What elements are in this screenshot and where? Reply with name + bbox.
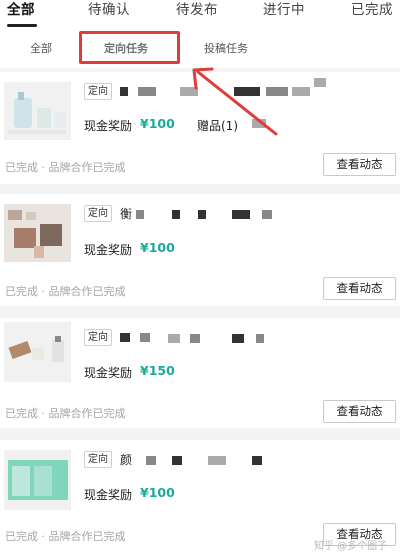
product-thumbnail — [4, 204, 71, 262]
highlight-annotation-box — [79, 31, 180, 64]
reward-label: 现金奖励 — [84, 119, 133, 133]
redacted-title — [120, 87, 128, 96]
redacted-block — [314, 78, 326, 87]
task-type-tag: 定向 — [84, 451, 112, 468]
status-tab-bar: 全部 待确认 待发布 进行中 已完成 — [0, 0, 400, 28]
redacted-block — [256, 334, 264, 343]
reward-amount: ¥100 — [140, 116, 175, 131]
redacted-block — [198, 210, 206, 219]
redacted-block — [262, 210, 272, 219]
product-thumbnail — [4, 82, 71, 140]
status-text: 已完成 · 品牌合作已完成 — [5, 407, 126, 420]
active-tab-indicator — [7, 24, 37, 27]
product-thumbnail — [4, 450, 71, 510]
redacted-block — [292, 87, 310, 96]
task-type-tag: 定向 — [84, 329, 112, 346]
reward-amount: ¥100 — [140, 240, 175, 255]
tab-pending-confirm[interactable]: 待确认 — [88, 0, 130, 22]
redacted-block — [172, 456, 182, 465]
reward-label: 现金奖励 — [84, 366, 133, 380]
redacted-block — [120, 333, 130, 342]
view-updates-button[interactable]: 查看动态 — [323, 277, 396, 300]
reward-amount: ¥150 — [140, 363, 175, 378]
annotation-arrow — [192, 67, 278, 136]
reward-label: 现金奖励 — [84, 488, 133, 502]
status-text: 已完成 · 品牌合作已完成 — [5, 285, 126, 298]
page: 全部 待确认 待发布 进行中 已完成 全部 定向任务 投稿任务 定向 现金奖励 … — [0, 0, 400, 557]
product-thumbnail — [4, 322, 71, 382]
redacted-block — [232, 210, 250, 219]
subtab-submission-task[interactable]: 投稿任务 — [204, 40, 248, 56]
task-type-tag: 定向 — [84, 205, 112, 222]
task-title-initial: 衡 — [120, 207, 133, 221]
tab-completed[interactable]: 已完成 — [351, 0, 393, 22]
redacted-block — [190, 334, 200, 343]
redacted-block — [138, 87, 156, 96]
task-type-tag: 定向 — [84, 83, 112, 100]
redacted-block — [168, 334, 180, 343]
redacted-block — [232, 334, 244, 343]
tab-pending-publish[interactable]: 待发布 — [176, 0, 218, 22]
redacted-block — [146, 456, 156, 465]
reward-amount: ¥100 — [140, 485, 175, 500]
task-card[interactable]: 定向 衡 现金奖励 ¥100 已完成 · 品牌合作已完成 查看动态 — [0, 194, 400, 306]
subtab-all[interactable]: 全部 — [30, 40, 52, 56]
reward-label: 现金奖励 — [84, 243, 133, 257]
redacted-block — [140, 333, 150, 342]
redacted-block — [136, 210, 144, 219]
task-title-initial: 颜 — [120, 453, 133, 467]
redacted-block — [252, 456, 262, 465]
redacted-block — [208, 456, 226, 465]
tab-in-progress[interactable]: 进行中 — [263, 0, 305, 22]
view-updates-button[interactable]: 查看动态 — [323, 400, 396, 423]
redacted-block — [172, 210, 180, 219]
status-text: 已完成 · 品牌合作已完成 — [5, 161, 126, 174]
status-text: 已完成 · 品牌合作已完成 — [5, 530, 126, 543]
view-updates-button[interactable]: 查看动态 — [323, 153, 396, 176]
watermark: 知乎 @多个圈子 — [314, 541, 388, 552]
tab-all[interactable]: 全部 — [7, 0, 35, 22]
task-card[interactable]: 定向 现金奖励 ¥150 已完成 · 品牌合作已完成 查看动态 — [0, 318, 400, 428]
